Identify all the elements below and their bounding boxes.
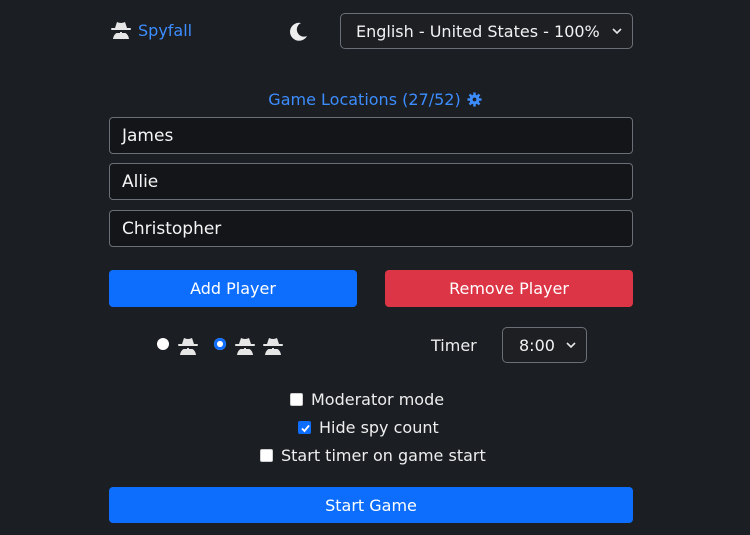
add-player-button[interactable]: Add Player [109,270,357,307]
spy-icon [235,338,255,355]
hide-spy-count-option: Hide spy count [298,418,439,437]
remove-player-button[interactable]: Remove Player [385,270,633,307]
moderator-mode-checkbox[interactable] [290,393,303,406]
hide-spy-count-label: Hide spy count [319,418,439,437]
two-spies-radio[interactable] [214,338,226,350]
player-name: James [122,125,174,146]
timer-select[interactable]: 8:00 [502,327,587,363]
brand-link[interactable]: Spyfall [110,20,192,40]
gear-icon [467,92,482,107]
timer-selected-value: 8:00 [519,335,555,355]
checkmark-icon [301,424,310,433]
chevron-down-icon [612,28,622,35]
timer-label: Timer [431,336,477,355]
dark-mode-toggle[interactable] [287,21,311,45]
player-input[interactable]: Christopher [109,210,633,247]
player-input[interactable]: Allie [109,163,633,200]
player-input[interactable]: James [109,117,633,154]
spy-logo-icon [111,22,131,39]
app-root: Spyfall English - United States - 100% G… [0,0,750,535]
spy-icon [263,338,283,355]
moon-icon [290,22,307,41]
language-select[interactable]: English - United States - 100% [340,13,633,49]
brand-label: Spyfall [138,20,193,40]
language-selected-value: English - United States - 100% [356,21,600,41]
player-name: Allie [122,171,159,192]
one-spy-radio[interactable] [157,338,169,350]
moderator-mode-label: Moderator mode [311,390,445,409]
chevron-down-icon [566,342,576,349]
player-name: Christopher [122,218,222,239]
moderator-mode-option: Moderator mode [290,390,444,409]
start-timer-option: Start timer on game start [260,446,486,465]
hide-spy-count-checkbox[interactable] [298,421,311,434]
game-locations-link[interactable]: Game Locations (27/52) [0,90,750,109]
spy-icon [178,338,198,355]
start-timer-label: Start timer on game start [281,446,486,465]
start-game-button[interactable]: Start Game [109,487,633,523]
game-locations-label: Game Locations (27/52) [268,90,461,109]
start-timer-checkbox[interactable] [260,449,273,462]
